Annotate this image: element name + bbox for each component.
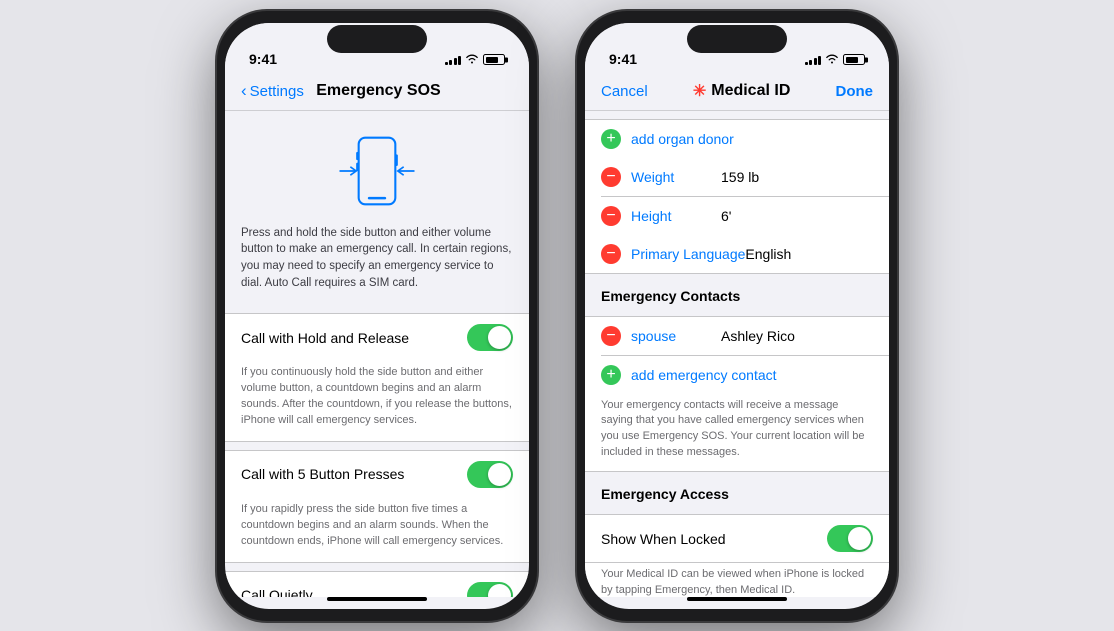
back-button-1[interactable]: ‹ Settings	[241, 83, 304, 100]
dynamic-island	[327, 25, 427, 53]
nav-title-2: ✳ Medical ID	[693, 81, 791, 101]
spouse-value: Ashley Rico	[721, 328, 795, 344]
signal-icon	[445, 55, 462, 65]
battery-icon	[483, 54, 505, 65]
scroll-content-1[interactable]: Press and hold the side button and eithe…	[225, 111, 529, 597]
medical-id-title: Medical ID	[711, 82, 790, 100]
back-label-1: Settings	[250, 83, 304, 100]
emergency-access-section: Show When Locked Your Medical ID can be …	[585, 514, 889, 596]
dynamic-island-2	[687, 25, 787, 53]
show-when-locked-row[interactable]: Show When Locked	[585, 515, 889, 563]
language-label: Primary Language	[631, 246, 745, 262]
phone-1: 9:41	[217, 11, 537, 621]
emergency-contacts-header: Emergency Contacts	[585, 274, 889, 308]
height-value: 6'	[721, 208, 731, 224]
status-icons-1	[445, 53, 506, 67]
add-contact-row[interactable]: + add emergency contact	[585, 356, 889, 394]
language-row[interactable]: − Primary Language English	[585, 235, 889, 273]
weight-row[interactable]: − Weight 159 lb	[585, 158, 889, 196]
button-presses-label: Call with 5 Button Presses	[241, 466, 404, 482]
screen-1: 9:41	[225, 23, 529, 609]
button-presses-subtext: If you rapidly press the side button fiv…	[225, 498, 529, 562]
height-row[interactable]: − Height 6'	[585, 197, 889, 235]
show-when-locked-info: Your Medical ID can be viewed when iPhon…	[585, 563, 889, 596]
screen-2: 9:41	[585, 23, 889, 609]
height-remove-icon: −	[601, 206, 621, 226]
phone-illustration	[225, 111, 529, 221]
button-presses-toggle[interactable]	[467, 461, 513, 488]
hold-release-subtext: If you continuously hold the side button…	[225, 361, 529, 441]
status-time-2: 9:41	[609, 51, 637, 67]
status-time-1: 9:41	[249, 51, 277, 67]
battery-fill-2	[846, 57, 859, 63]
spouse-label: spouse	[631, 328, 721, 344]
height-label: Height	[631, 208, 721, 224]
button-presses-row[interactable]: Call with 5 Button Presses	[225, 451, 529, 498]
language-value: English	[745, 246, 791, 262]
call-quietly-section: Call Quietly Warning alarms, flashes, an…	[225, 571, 529, 597]
phone-2: 9:41	[577, 11, 897, 621]
signal-icon-2	[805, 55, 822, 65]
add-organ-donor-row[interactable]: + add organ donor	[585, 120, 889, 158]
description-text-1: Press and hold the side button and eithe…	[225, 221, 529, 306]
home-indicator-1	[327, 597, 427, 601]
emergency-access-header: Emergency Access	[585, 472, 889, 506]
weight-remove-icon: −	[601, 167, 621, 187]
weight-label: Weight	[631, 169, 721, 185]
spouse-row[interactable]: − spouse Ashley Rico	[585, 317, 889, 355]
button-presses-section: Call with 5 Button Presses If you rapidl…	[225, 450, 529, 563]
home-indicator-2	[687, 597, 787, 601]
done-button[interactable]: Done	[836, 83, 874, 100]
organ-donor-section: + add organ donor − Weight 159 lb − Heig…	[585, 119, 889, 275]
weight-value: 159 lb	[721, 169, 759, 185]
hold-release-section: Call with Hold and Release If you contin…	[225, 313, 529, 442]
wifi-icon-2	[825, 53, 839, 67]
add-organ-donor-icon: +	[601, 129, 621, 149]
back-chevron: ‹	[241, 82, 247, 99]
call-quietly-toggle[interactable]	[467, 582, 513, 597]
show-when-locked-label: Show When Locked	[601, 531, 726, 547]
nav-bar-1: ‹ Settings Emergency SOS	[225, 73, 529, 111]
hold-release-row[interactable]: Call with Hold and Release	[225, 314, 529, 361]
add-contact-icon: +	[601, 365, 621, 385]
add-contact-label: add emergency contact	[631, 367, 777, 383]
call-quietly-label: Call Quietly	[241, 587, 313, 596]
spouse-remove-icon: −	[601, 326, 621, 346]
hold-release-label: Call with Hold and Release	[241, 330, 409, 346]
wifi-icon	[465, 53, 479, 67]
medical-id-icon: ✳	[693, 81, 706, 101]
status-icons-2	[805, 53, 866, 67]
emergency-contacts-section: − spouse Ashley Rico + add emergency con…	[585, 316, 889, 472]
add-organ-donor-label: add organ donor	[631, 131, 734, 147]
nav-title-1: Emergency SOS	[316, 82, 441, 100]
battery-icon-2	[843, 54, 865, 65]
nav-bar-2: Cancel ✳ Medical ID Done	[585, 73, 889, 111]
emergency-contacts-info: Your emergency contacts will receive a m…	[585, 394, 889, 472]
show-when-locked-toggle[interactable]	[827, 525, 873, 552]
battery-fill	[486, 57, 499, 63]
cancel-button[interactable]: Cancel	[601, 83, 648, 100]
call-quietly-row[interactable]: Call Quietly	[225, 572, 529, 597]
scroll-content-2[interactable]: + add organ donor − Weight 159 lb − Heig…	[585, 111, 889, 597]
hold-release-toggle[interactable]	[467, 324, 513, 351]
language-remove-icon: −	[601, 244, 621, 264]
